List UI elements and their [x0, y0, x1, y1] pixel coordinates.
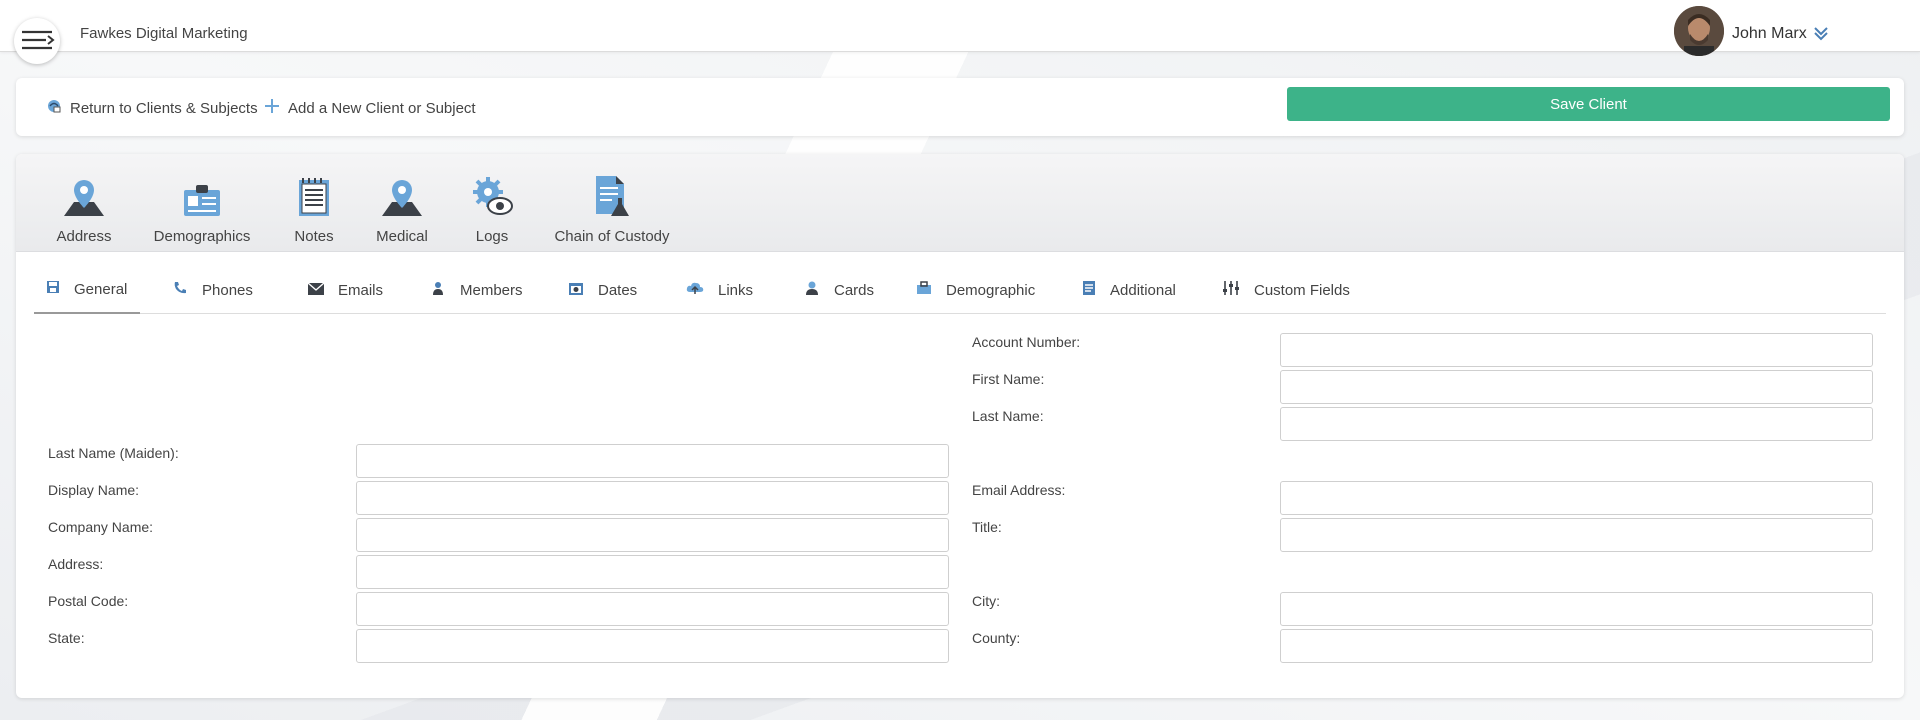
tab-members[interactable]: Members [418, 266, 535, 314]
client-card: Address Demographics Notes Medical Logs … [16, 154, 1904, 698]
tab-cards[interactable]: Cards [792, 266, 886, 314]
save-client-button[interactable]: Save Client [1287, 87, 1890, 121]
module-notes[interactable]: Notes [276, 178, 352, 245]
gear-eye-icon [470, 176, 514, 222]
tab-links[interactable]: Links [674, 266, 765, 314]
cloud-icon [686, 281, 704, 299]
document-flask-icon [592, 174, 632, 222]
module-label: Chain of Custody [554, 228, 670, 245]
tab-label: Members [460, 281, 523, 299]
plus-icon [264, 98, 280, 118]
module-label: Notes [294, 228, 334, 245]
first-name-label: First Name: [972, 371, 1045, 387]
module-label: Demographics [153, 228, 251, 245]
tab-emails[interactable]: Emails [296, 266, 395, 314]
briefcase-icon [916, 281, 932, 299]
module-address[interactable]: Address [40, 180, 128, 245]
account-number-input[interactable] [1280, 333, 1873, 367]
map-pin-icon [62, 178, 106, 222]
notepad-icon [297, 176, 331, 222]
tab-label: General [74, 280, 128, 298]
email-address-input[interactable] [1280, 481, 1873, 515]
email-address-label: Email Address: [972, 482, 1066, 498]
maiden-name-label: Last Name (Maiden): [48, 445, 179, 461]
module-toolbar: Address Demographics Notes Medical Logs … [16, 154, 1904, 252]
map-pin-icon [380, 178, 424, 222]
state-input[interactable] [356, 629, 949, 663]
return-to-clients-link[interactable]: Return to Clients & Subjects [46, 98, 258, 118]
module-label: Medical [376, 228, 428, 245]
module-medical[interactable]: Medical [360, 180, 444, 245]
state-label: State: [48, 630, 85, 646]
address-input[interactable] [356, 555, 949, 589]
tab-label: Cards [834, 281, 875, 299]
list-icon [1082, 280, 1096, 300]
tab-general[interactable]: General [34, 266, 140, 314]
envelope-icon [307, 281, 325, 299]
tab-label: Additional [1110, 281, 1176, 299]
postal-code-label: Postal Code: [48, 593, 129, 609]
display-name-input[interactable] [356, 481, 949, 515]
county-input[interactable] [1280, 629, 1873, 663]
title-input[interactable] [1280, 518, 1873, 552]
last-name-input[interactable] [1280, 407, 1873, 441]
last-name-label: Last Name: [972, 408, 1044, 424]
return-icon [46, 98, 62, 118]
tab-dates[interactable]: Dates [556, 266, 649, 314]
phone-icon [172, 280, 188, 300]
account-number-label: Account Number: [972, 334, 1081, 350]
module-label: Logs [475, 228, 509, 245]
first-name-input[interactable] [1280, 370, 1873, 404]
action-bar: Return to Clients & Subjects Add a New C… [16, 78, 1904, 136]
maiden-name-input[interactable] [356, 444, 949, 478]
company-name-label: Company Name: [48, 519, 154, 535]
company-name-input[interactable] [356, 518, 949, 552]
postal-code-input[interactable] [356, 592, 949, 626]
city-input[interactable] [1280, 592, 1873, 626]
top-bar: Fawkes Digital Marketing John Marx [0, 0, 1920, 56]
tab-custom-fields[interactable]: Custom Fields [1210, 266, 1362, 314]
tab-additional[interactable]: Additional [1070, 266, 1188, 314]
avatar-image [1674, 6, 1724, 56]
module-chain-of-custody[interactable]: Chain of Custody [540, 176, 684, 245]
return-label: Return to Clients & Subjects [70, 99, 258, 117]
chevron-down-icon[interactable] [1812, 24, 1830, 47]
avatar[interactable] [1674, 6, 1724, 56]
menu-button[interactable] [14, 18, 60, 64]
tab-label: Emails [338, 281, 384, 299]
user-name[interactable]: John Marx [1732, 25, 1807, 43]
sliders-icon [1222, 280, 1240, 300]
company-name: Fawkes Digital Marketing [80, 25, 248, 42]
display-name-label: Display Name: [48, 482, 140, 498]
id-card-icon [182, 182, 222, 222]
tab-label: Dates [598, 281, 638, 299]
tab-label: Custom Fields [1254, 281, 1350, 299]
module-demographics[interactable]: Demographics [136, 180, 268, 245]
tab-phones[interactable]: Phones [160, 266, 265, 314]
tab-demographic[interactable]: Demographic [904, 266, 1047, 314]
tab-bar: General Phones Emails Members Dates Link… [34, 266, 1886, 314]
calendar-icon [568, 280, 584, 300]
add-client-link[interactable]: Add a New Client or Subject [264, 98, 476, 118]
tab-label: Demographic [946, 281, 1036, 299]
add-label: Add a New Client or Subject [288, 99, 476, 117]
module-label: Address [56, 228, 112, 245]
county-label: County: [972, 630, 1021, 646]
title-label: Title: [972, 519, 1002, 535]
members-icon [430, 280, 446, 300]
tab-label: Links [718, 281, 754, 299]
address-label: Address: [48, 556, 104, 572]
save-icon [46, 280, 60, 298]
city-label: City: [972, 593, 1000, 609]
tab-label: Phones [202, 281, 253, 299]
user-card-icon [804, 280, 820, 300]
module-logs[interactable]: Logs [452, 177, 532, 245]
